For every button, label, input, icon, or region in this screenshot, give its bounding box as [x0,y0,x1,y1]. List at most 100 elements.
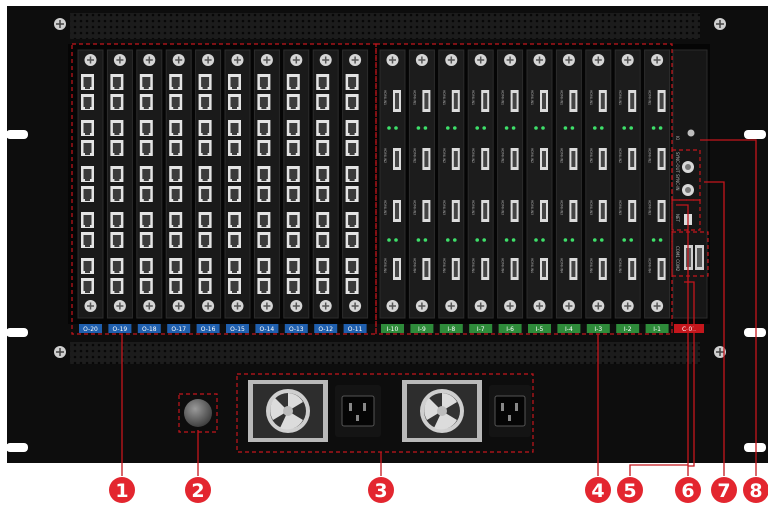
rj45-port [316,186,330,202]
rj45-input-card [195,49,222,319]
callout-number: 2 [191,480,204,502]
card-screw [504,300,517,312]
hdmi-port-label: HDMI-IN2 [471,148,475,163]
rj45-port [198,258,212,274]
status-led [394,238,398,242]
rj45-port [110,258,124,274]
hdmi-port-label: HDMI-IN4 [589,258,593,273]
hdmi-port-label: HDMI-IN4 [442,258,446,273]
rj45-port [228,212,241,228]
status-led [446,238,450,242]
hdmi-port [451,200,460,222]
card-screw [592,54,605,66]
callout-4: 4 [585,477,611,503]
card-screw [172,54,185,66]
rj45-port [81,278,94,294]
hdmi-port-label: HDMI-IN1 [471,90,475,105]
power-switch[interactable] [184,399,212,427]
hdmi-port [540,148,548,170]
hdmi-port [628,148,637,170]
hdmi-port-label: HDMI-IN4 [530,258,534,273]
hdmi-port [540,200,548,222]
hdmi-port [451,258,460,280]
rj45-port [139,186,153,202]
rj45-port [257,94,271,110]
hdmi-port [393,148,401,170]
rj45-port [257,120,271,136]
hdmi-port-label: HDMI-IN4 [412,258,416,273]
hdmi-output-card: HDMI-IN1 HDMI-IN2 HDMI-IN3 HDMI-IN4 [555,49,582,319]
rj45-port [286,232,300,248]
status-led [570,238,575,242]
power-supply-1 [248,380,381,442]
io-port [687,129,695,137]
status-led [629,126,633,130]
status-led [394,126,398,130]
slot-label-output: I-3 [594,326,602,333]
hdmi-port-label: HDMI-IN4 [648,258,652,273]
hdmi-port [451,90,460,112]
status-led [658,238,663,242]
net-label: NET [675,214,680,223]
card-screw [562,300,575,312]
rj45-port [81,232,94,248]
slot-label-input: O-12 [318,326,333,333]
hdmi-port-label: HDMI-IN2 [648,148,652,163]
hdmi-port-label: HDMI-IN3 [589,200,593,215]
hdmi-port [657,90,666,112]
hdmi-port [510,200,519,222]
hdmi-port-label: HDMI-IN2 [559,148,563,163]
status-led [600,126,604,130]
card-screw [415,54,428,66]
card-screw [290,54,303,66]
hdmi-port [393,90,401,112]
hdmi-port [569,258,578,280]
rj45-port [110,232,124,248]
card-screw [562,54,575,66]
rj45-port [81,140,94,156]
card-screw [349,300,362,312]
rj45-port [81,258,94,274]
status-led [453,238,457,242]
rj45-port [286,140,300,156]
hdmi-port [510,148,519,170]
hdmi-output-card: HDMI-IN1 HDMI-IN2 HDMI-IN3 HDMI-IN4 [614,49,641,319]
card-screw [113,300,126,312]
rj45-input-card [312,49,339,319]
rj45-port [139,120,153,136]
slot-label-output: I-1 [653,326,661,333]
rj45-port [228,278,241,294]
status-led [511,126,516,130]
rj45-port [169,186,183,202]
hdmi-port-label: HDMI-IN4 [471,258,475,273]
rj45-port [345,278,359,294]
status-led [416,126,421,130]
card-screw [533,54,546,66]
hdmi-port [393,258,401,280]
rj45-port [228,258,241,274]
status-led [423,238,428,242]
rj45-port [316,166,330,182]
hdmi-port-label: HDMI-IN4 [383,258,387,273]
rj45-port [316,140,330,156]
hdmi-port [628,90,637,112]
rj45-port [139,278,153,294]
hdmi-port [422,90,431,112]
control-card: IO SYNC-OUT SYNC-IN NET COM1 COM2 [672,49,708,319]
status-led [593,126,597,130]
rj45-port [139,94,153,110]
hdmi-port [598,90,607,112]
hdmi-port [481,90,490,112]
rj45-port [198,74,212,90]
hdmi-port-label: HDMI-IN1 [530,90,534,105]
card-screw [319,54,332,66]
status-led [622,238,626,242]
callout-3: 3 [368,477,394,503]
hdmi-port [628,200,637,222]
card-screw [231,300,244,312]
callout-6: 6 [675,477,701,503]
hdmi-port [422,200,431,222]
callout-7: 7 [711,477,737,503]
rj45-port [169,278,183,294]
card-screw [319,300,332,312]
